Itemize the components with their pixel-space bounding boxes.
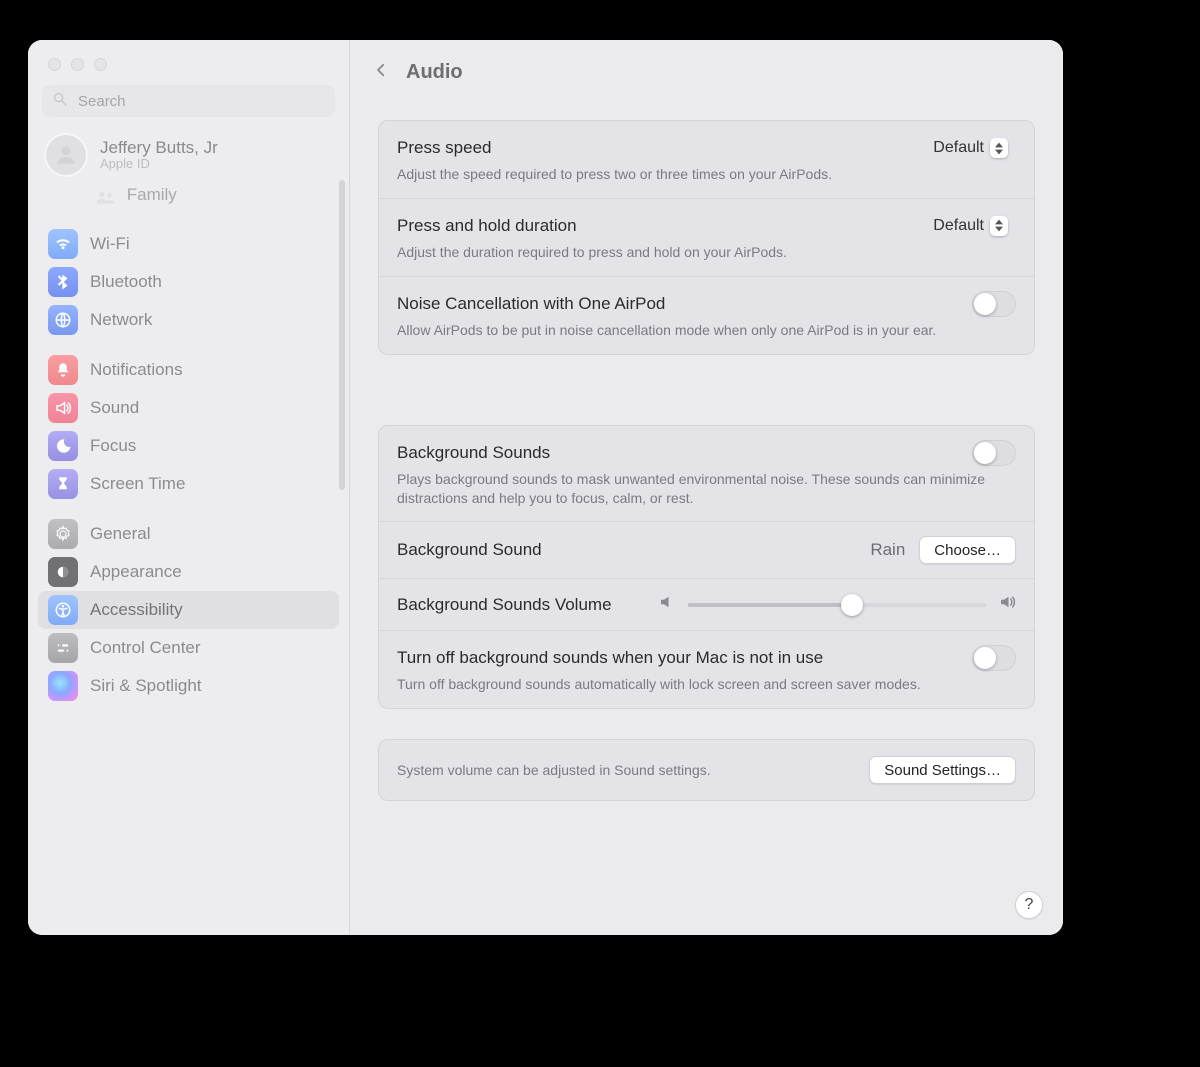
- bg-sounds-toggle[interactable]: [972, 440, 1016, 466]
- volume-low-icon: [658, 593, 676, 616]
- account-sub: Apple ID: [100, 157, 218, 172]
- press-hold-select[interactable]: Default: [925, 213, 1016, 239]
- noise-cancel-toggle[interactable]: [972, 291, 1016, 317]
- bg-volume-slider[interactable]: [658, 593, 1016, 616]
- sidebar-item-network[interactable]: Network: [38, 301, 339, 339]
- airpods-settings-group: Press speed Default Adjust the speed req…: [378, 120, 1035, 355]
- speaker-icon: [48, 393, 78, 423]
- bg-volume-label: Background Sounds Volume: [397, 595, 612, 615]
- bg-sound-choice-label: Background Sound: [397, 540, 542, 560]
- apple-id-row[interactable]: Jeffery Butts, Jr Apple ID: [28, 127, 349, 181]
- stepper-icon: [990, 216, 1008, 236]
- hourglass-icon: [48, 469, 78, 499]
- avatar: [44, 133, 88, 177]
- sidebar-item-sound[interactable]: Sound: [38, 389, 339, 427]
- turn-off-desc: Turn off background sounds automatically…: [397, 675, 1016, 694]
- sound-settings-footer: System volume can be adjusted in Sound s…: [378, 739, 1035, 801]
- footer-text: System volume can be adjusted in Sound s…: [397, 761, 711, 780]
- sidebar-item-siri[interactable]: Siri & Spotlight: [38, 667, 339, 705]
- sidebar-item-label: Siri & Spotlight: [90, 676, 202, 696]
- page-title: Audio: [406, 61, 463, 84]
- press-hold-value: Default: [933, 217, 984, 235]
- family-label: Family: [127, 185, 177, 204]
- sidebar-item-label: General: [90, 524, 150, 544]
- turn-off-label: Turn off background sounds when your Mac…: [397, 648, 823, 668]
- sidebar-item-label: Notifications: [90, 360, 183, 380]
- volume-high-icon: [998, 593, 1016, 616]
- turn-off-toggle[interactable]: [972, 645, 1016, 671]
- family-icon: [96, 189, 116, 203]
- press-hold-desc: Adjust the duration required to press an…: [397, 243, 1016, 262]
- sidebar-scrollbar[interactable]: [339, 180, 345, 490]
- sidebar: Jeffery Butts, Jr Apple ID Family Wi-Fi: [28, 40, 350, 935]
- minimize-window-icon[interactable]: [71, 58, 84, 71]
- sidebar-item-family[interactable]: Family: [28, 181, 349, 215]
- sidebar-item-label: Bluetooth: [90, 272, 162, 292]
- page-scrollbar[interactable]: [1166, 72, 1174, 918]
- appearance-icon: [48, 557, 78, 587]
- siri-icon: [48, 671, 78, 701]
- bluetooth-icon: [48, 267, 78, 297]
- sidebar-item-label: Accessibility: [90, 600, 183, 620]
- gear-icon: [48, 519, 78, 549]
- moon-icon: [48, 431, 78, 461]
- search-field[interactable]: [42, 85, 335, 117]
- bell-icon: [48, 355, 78, 385]
- press-speed-value: Default: [933, 139, 984, 157]
- main-panel: Audio Jeff's AirPods Pro Press speed Def…: [350, 40, 1063, 935]
- close-window-icon[interactable]: [48, 58, 61, 71]
- sidebar-item-label: Appearance: [90, 562, 182, 582]
- noise-cancel-desc: Allow AirPods to be put in noise cancell…: [397, 321, 1016, 340]
- search-input[interactable]: [76, 92, 325, 111]
- sidebar-item-bluetooth[interactable]: Bluetooth: [38, 263, 339, 301]
- noise-cancel-label: Noise Cancellation with One AirPod: [397, 294, 665, 314]
- settings-window: Jeffery Butts, Jr Apple ID Family Wi-Fi: [28, 40, 1063, 935]
- choose-sound-button[interactable]: Choose…: [919, 536, 1016, 564]
- sidebar-item-label: Wi-Fi: [90, 234, 130, 254]
- control-center-icon: [48, 633, 78, 663]
- window-controls: [28, 40, 349, 71]
- wifi-icon: [48, 229, 78, 259]
- slider-track[interactable]: [688, 603, 986, 607]
- stepper-icon: [990, 138, 1008, 158]
- sidebar-item-appearance[interactable]: Appearance: [38, 553, 339, 591]
- help-button[interactable]: ?: [1015, 891, 1043, 919]
- slider-thumb[interactable]: [841, 594, 863, 616]
- sidebar-item-label: Sound: [90, 398, 139, 418]
- sidebar-item-notifications[interactable]: Notifications: [38, 351, 339, 389]
- bg-sounds-desc: Plays background sounds to mask unwanted…: [397, 470, 1016, 508]
- sound-settings-button[interactable]: Sound Settings…: [869, 756, 1016, 784]
- press-speed-label: Press speed: [397, 138, 492, 158]
- zoom-window-icon[interactable]: [94, 58, 107, 71]
- network-icon: [48, 305, 78, 335]
- account-name: Jeffery Butts, Jr: [100, 138, 218, 158]
- bg-sounds-label: Background Sounds: [397, 443, 550, 463]
- sidebar-item-control-center[interactable]: Control Center: [38, 629, 339, 667]
- accessibility-icon: [48, 595, 78, 625]
- sidebar-item-wifi[interactable]: Wi-Fi: [38, 225, 339, 263]
- sidebar-item-screen-time[interactable]: Screen Time: [38, 465, 339, 503]
- sidebar-item-label: Control Center: [90, 638, 201, 658]
- sidebar-item-label: Focus: [90, 436, 136, 456]
- sidebar-item-label: Network: [90, 310, 152, 330]
- search-icon: [52, 91, 68, 112]
- sidebar-item-label: Screen Time: [90, 474, 185, 494]
- sidebar-item-focus[interactable]: Focus: [38, 427, 339, 465]
- press-speed-select[interactable]: Default: [925, 135, 1016, 161]
- press-hold-label: Press and hold duration: [397, 216, 577, 236]
- press-speed-desc: Adjust the speed required to press two o…: [397, 165, 917, 184]
- bg-sound-choice-value: Rain: [870, 540, 905, 560]
- background-sounds-group: Background Sounds Plays background sound…: [378, 425, 1035, 710]
- sidebar-item-general[interactable]: General: [38, 515, 339, 553]
- back-button[interactable]: [372, 61, 390, 84]
- sidebar-item-accessibility[interactable]: Accessibility: [38, 591, 339, 629]
